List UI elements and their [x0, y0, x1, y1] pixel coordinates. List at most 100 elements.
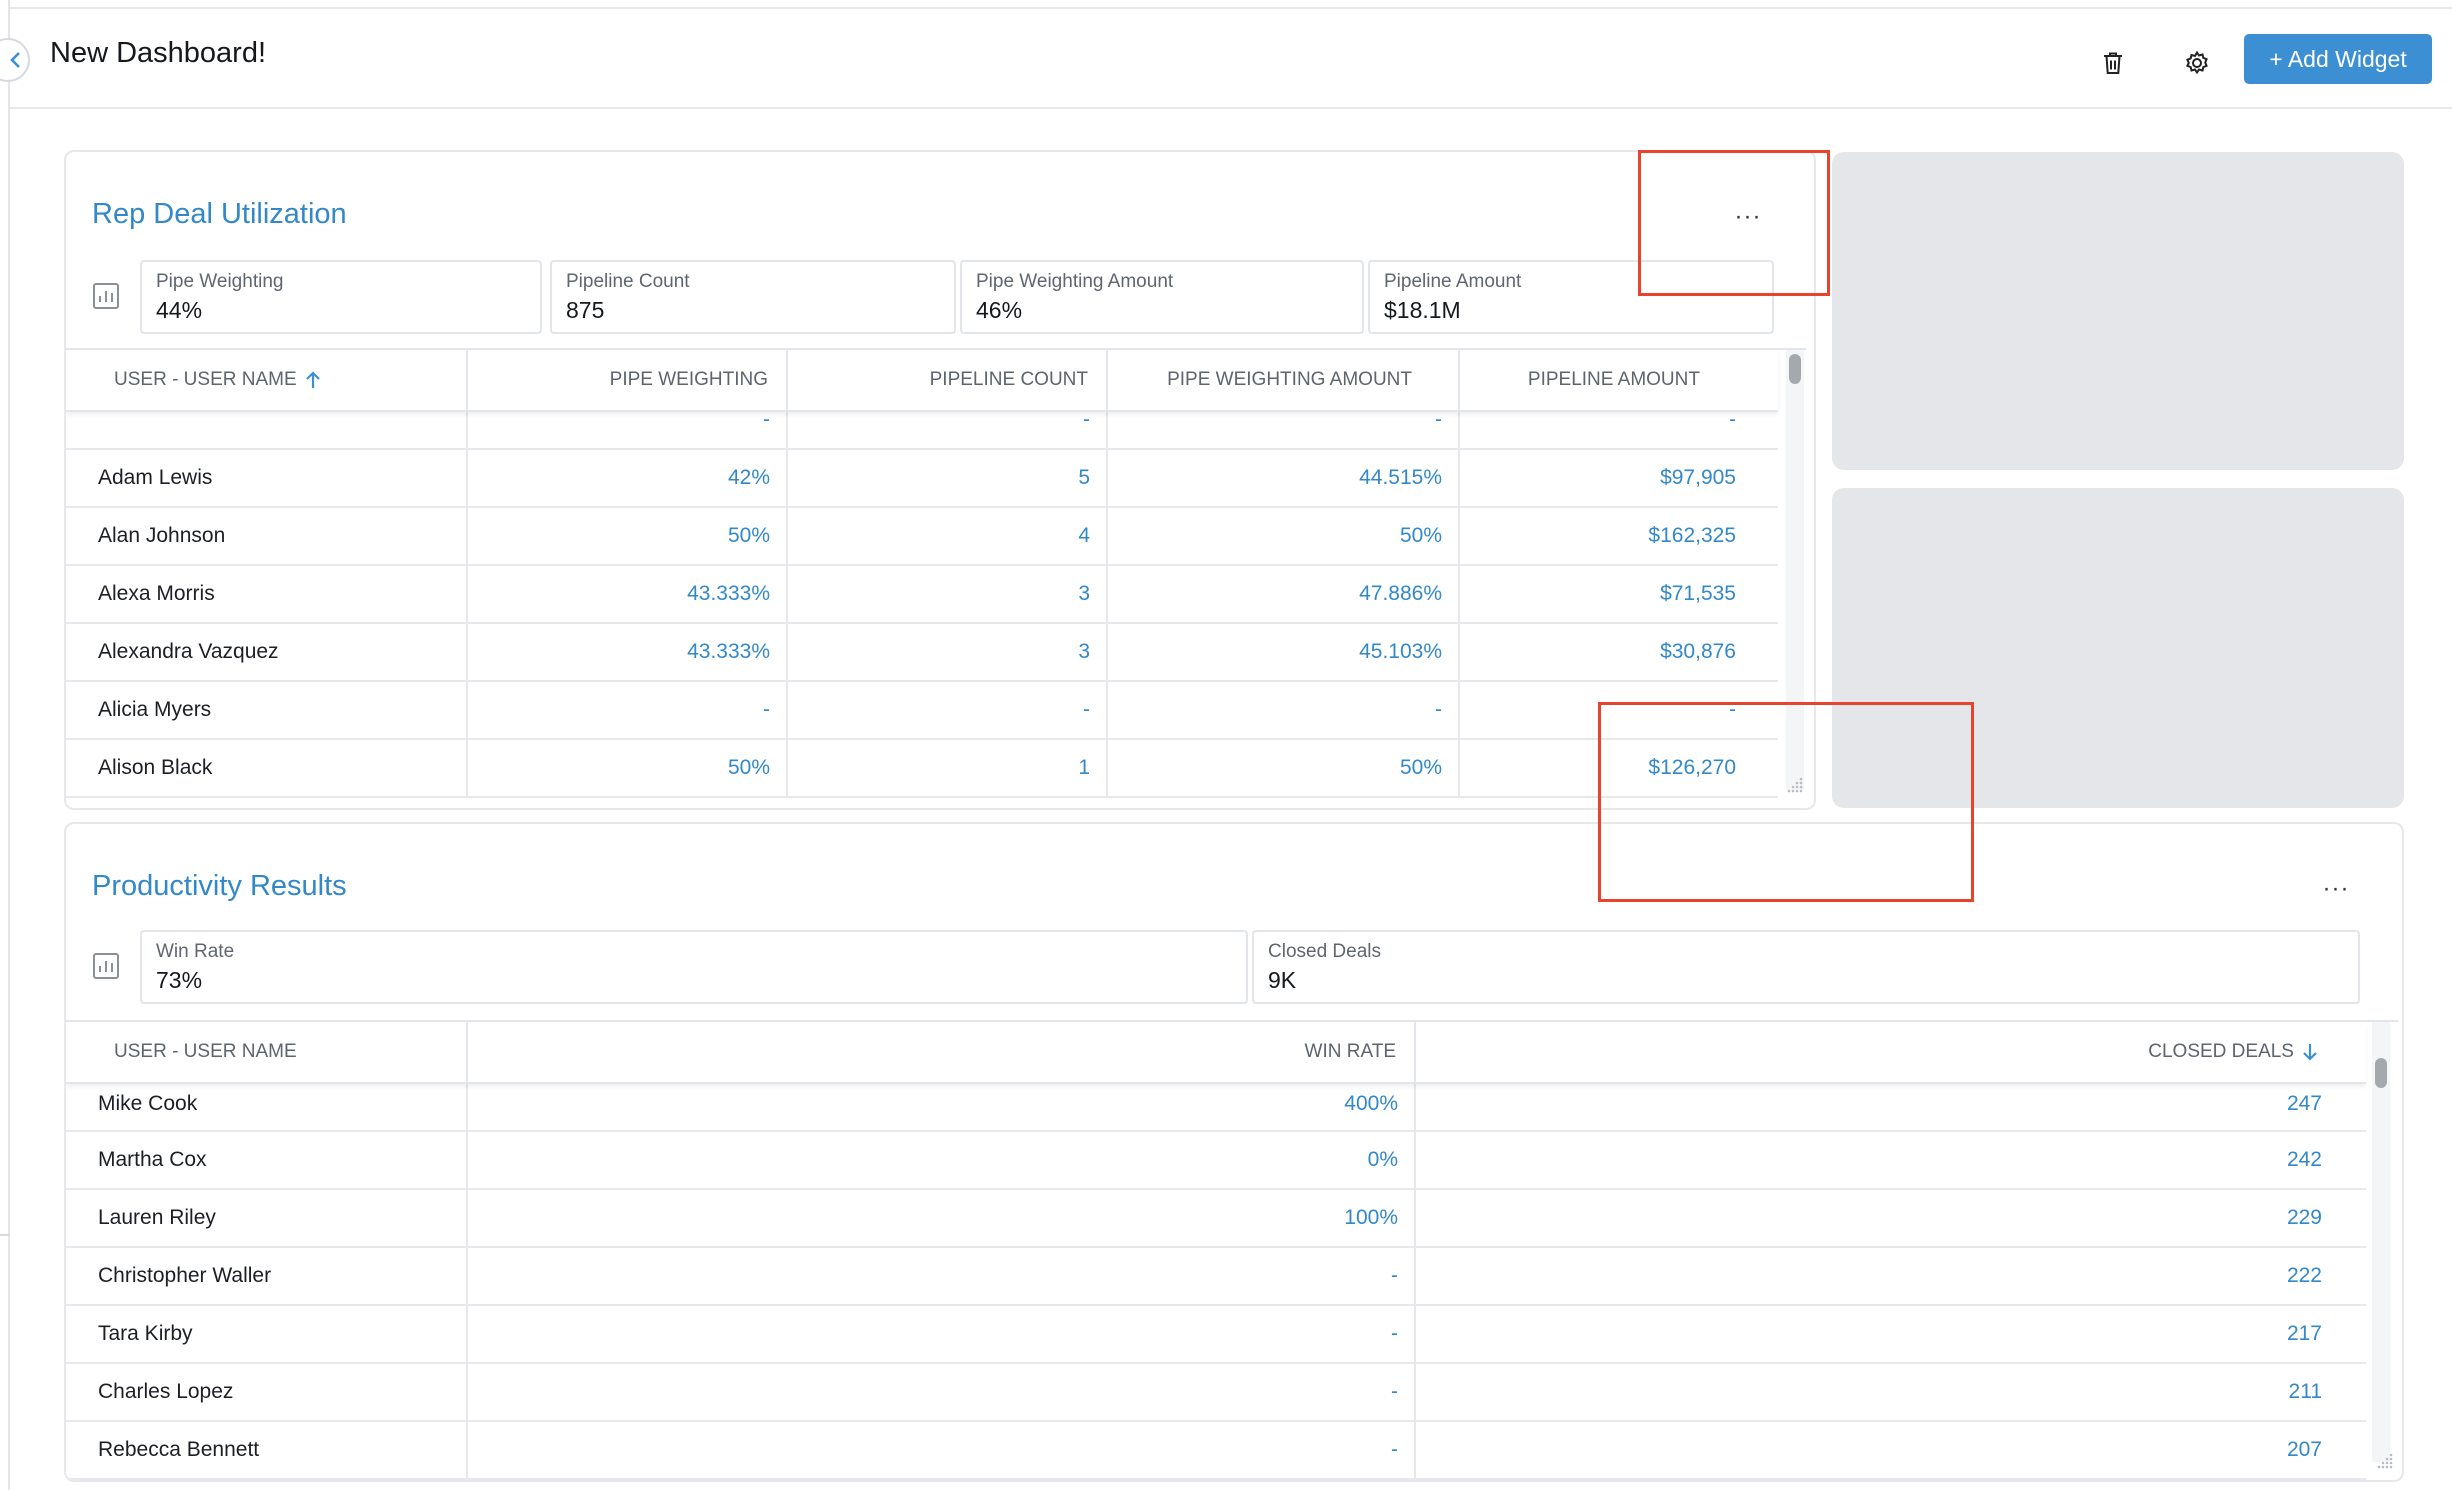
- column-header-label: WIN RATE: [1304, 1041, 1396, 1062]
- column-header-label: PIPE WEIGHTING AMOUNT: [1167, 369, 1412, 390]
- cell-pipe-weighting: -: [466, 682, 786, 738]
- cell-pipeline-amount: $71,535: [1458, 566, 1778, 622]
- cell-pipe-weighting-amount: 44.515%: [1106, 450, 1458, 506]
- kpi-label: Pipe Weighting: [156, 271, 284, 292]
- kpi-value: 46%: [976, 297, 1023, 323]
- widget-more-button[interactable]: ···: [2316, 874, 2356, 904]
- arrow-up-icon: [305, 371, 320, 388]
- column-header-closed-deals[interactable]: CLOSED DEALS: [1414, 1022, 2366, 1082]
- add-widget-button[interactable]: + Add Widget: [2244, 34, 2432, 84]
- cell-pipe-weighting-amount: 50%: [1106, 508, 1458, 564]
- bar-chart-icon: [93, 953, 119, 979]
- cell-win-rate: 100%: [466, 1190, 1414, 1246]
- table-row[interactable]: Martha Cox 0% 242: [66, 1132, 2366, 1190]
- delete-dashboard-button[interactable]: [2093, 43, 2133, 83]
- kpi-pipe-weighting: Pipe Weighting 44%: [140, 260, 542, 334]
- cell-user-name: Alexandra Vazquez: [98, 640, 279, 663]
- kpi-value: 9K: [1268, 967, 1297, 993]
- cell-user-name: Adam Lewis: [98, 466, 213, 489]
- column-header-pipeline-count[interactable]: PIPELINE COUNT: [786, 350, 1106, 410]
- table-row[interactable]: Lauren Riley 100% 229: [66, 1190, 2366, 1248]
- cell-user-name: Alexa Morris: [98, 582, 215, 605]
- column-header-label: PIPELINE COUNT: [929, 369, 1088, 390]
- cell-user-name: Christopher Waller: [98, 1264, 272, 1287]
- kpi-label: Win Rate: [156, 941, 235, 962]
- kpi-label: Pipe Weighting Amount: [976, 271, 1174, 292]
- scrollbar-thumb[interactable]: [2375, 1058, 2387, 1088]
- column-header-label: USER - USER NAME: [114, 369, 297, 390]
- table-row[interactable]: Mike Cook 400% 247: [66, 1078, 2366, 1132]
- table-row[interactable]: Alexa Morris 43.333% 3 47.886% $71,535: [66, 566, 1778, 624]
- cell-pipeline-amount: $30,876: [1458, 624, 1778, 680]
- gear-icon: [2186, 50, 2208, 75]
- table-header: USER - USER NAME PIPE WEIGHTING PIPELINE…: [66, 350, 1778, 412]
- cell-pipeline-count: 5: [786, 450, 1106, 506]
- column-header-pipeline-amount[interactable]: PIPELINE AMOUNT: [1458, 350, 1778, 410]
- kpi-label: Pipeline Count: [566, 271, 690, 292]
- column-header-user-name[interactable]: USER - USER NAME: [66, 350, 466, 410]
- table-row[interactable]: Alicia Myers - - - -: [66, 682, 1778, 740]
- trash-icon: [2104, 52, 2122, 74]
- table-scrollbar[interactable]: [2372, 1022, 2390, 1462]
- cell-pipe-weighting: 43.333%: [466, 566, 786, 622]
- page-title: New Dashboard!: [50, 37, 266, 69]
- table-row[interactable]: Rebecca Bennett - 207: [66, 1422, 2366, 1480]
- cell-pipe-weighting-amount: 45.103%: [1106, 624, 1458, 680]
- column-header-user-name[interactable]: USER - USER NAME: [66, 1022, 466, 1082]
- column-header-label: CLOSED DEALS: [2148, 1041, 2294, 1062]
- bar-chart-icon: [93, 283, 119, 309]
- cell-pipeline-amount: $97,905: [1458, 450, 1778, 506]
- cell-closed-deals: 242: [1414, 1132, 2366, 1188]
- cell-user-name: Martha Cox: [98, 1148, 207, 1171]
- column-header-pipe-weighting[interactable]: PIPE WEIGHTING: [466, 350, 786, 410]
- left-sidebar-rail: [0, 0, 10, 1490]
- table-row[interactable]: Charles Lopez - 211: [66, 1364, 2366, 1422]
- dashboard-settings-button[interactable]: [2177, 43, 2217, 83]
- kpi-win-rate: Win Rate 73%: [140, 930, 1248, 1004]
- cell-pipe-weighting: 50%: [466, 740, 786, 796]
- table-row[interactable]: Tara Kirby - 217: [66, 1306, 2366, 1364]
- cell-pipeline-count: 1: [786, 740, 1106, 796]
- cell-pipe-weighting-amount: 50%: [1106, 740, 1458, 796]
- chevron-left-icon: [10, 52, 20, 68]
- arrow-down-icon: [2303, 1044, 2317, 1061]
- annotation-highlight-box: [1598, 702, 1974, 902]
- cell-closed-deals: 211: [1414, 1364, 2366, 1420]
- cell-win-rate: 400%: [466, 1078, 1414, 1130]
- cell-user-name: Rebecca Bennett: [98, 1438, 260, 1461]
- kpi-summary-row: Pipe Weighting 44% Pipeline Count 875 Pi…: [66, 260, 1814, 336]
- kpi-value: 44%: [156, 297, 203, 323]
- cell-closed-deals: 229: [1414, 1190, 2366, 1246]
- cell-win-rate: -: [466, 1422, 1414, 1478]
- cell-pipeline-count: 4: [786, 508, 1106, 564]
- table-row[interactable]: Alan Johnson 50% 4 50% $162,325: [66, 508, 1778, 566]
- table-body: Mike Cook 400% 247 Martha Cox 0% 242 Lau…: [66, 1078, 2366, 1480]
- cell-win-rate: 0%: [466, 1132, 1414, 1188]
- table-row[interactable]: Alison Black 50% 1 50% $126,270: [66, 740, 1778, 798]
- widget-title: Rep Deal Utilization: [92, 198, 347, 230]
- kpi-summary-row: Win Rate 73% Closed Deals 9K: [66, 930, 2402, 1006]
- table-row[interactable]: Adam Lewis 42% 5 44.515% $97,905: [66, 450, 1778, 508]
- kpi-pipeline-count: Pipeline Count 875: [550, 260, 956, 334]
- cell-pipe-weighting-amount: 47.886%: [1106, 566, 1458, 622]
- cell-user-name: Mike Cook: [98, 1092, 198, 1115]
- cell-pipeline-count: 3: [786, 566, 1106, 622]
- rail-divider: [0, 1234, 10, 1236]
- dashboard-header: New Dashboard! + Add Widget: [10, 9, 2452, 109]
- table-row[interactable]: Christopher Waller - 222: [66, 1248, 2366, 1306]
- cell-pipeline-count: 3: [786, 624, 1106, 680]
- more-horizontal-icon: ···: [2322, 875, 2350, 902]
- cell-win-rate: -: [466, 1364, 1414, 1420]
- productivity-table: USER - USER NAME WIN RATE CLOSED DEALS M…: [66, 1020, 2398, 1480]
- kpi-closed-deals: Closed Deals 9K: [1252, 930, 2360, 1004]
- resize-handle-icon[interactable]: [2372, 1450, 2394, 1472]
- annotation-highlight-box: [1638, 150, 1830, 296]
- column-header-pipe-weighting-amount[interactable]: PIPE WEIGHTING AMOUNT: [1106, 350, 1458, 410]
- table-row[interactable]: Alexandra Vazquez 43.333% 3 45.103% $30,…: [66, 624, 1778, 682]
- table-header: USER - USER NAME WIN RATE CLOSED DEALS: [66, 1022, 2366, 1084]
- column-header-win-rate[interactable]: WIN RATE: [466, 1022, 1414, 1082]
- kpi-value: $18.1M: [1384, 297, 1461, 323]
- scrollbar-thumb[interactable]: [1789, 354, 1801, 384]
- kpi-value: 73%: [156, 967, 203, 993]
- cell-pipeline-amount: $162,325: [1458, 508, 1778, 564]
